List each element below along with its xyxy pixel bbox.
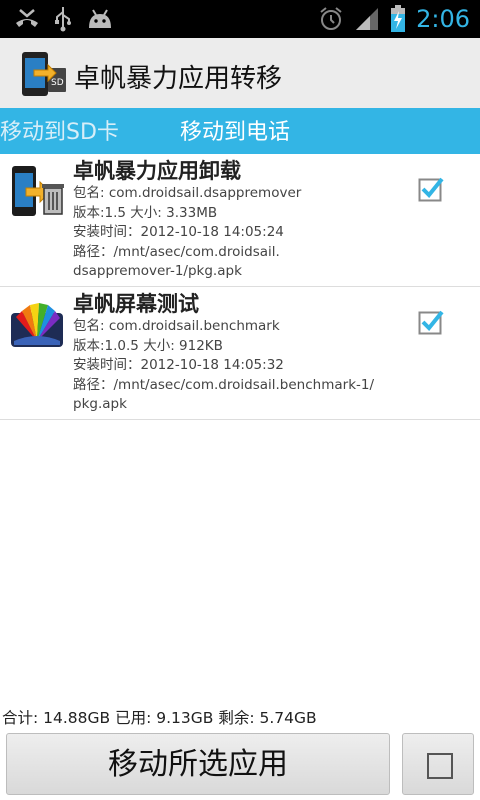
app-path-cont: dsappremover-1/pkg.apk bbox=[73, 263, 242, 279]
notification-icons bbox=[14, 6, 114, 32]
app-list: 卓帆暴力应用卸载 包名: com.droidsail.dsappremover … bbox=[0, 154, 480, 420]
svg-text:SD: SD bbox=[51, 78, 64, 88]
system-icons: 2:06 bbox=[318, 0, 470, 38]
action-bar: SD 卓帆暴力应用转移 bbox=[0, 38, 480, 109]
phone-trash-icon bbox=[12, 166, 64, 216]
move-selected-button[interactable]: 移动所选应用 bbox=[6, 733, 390, 795]
app-package: 包名: com.droidsail.dsappremover bbox=[73, 185, 302, 201]
status-bar: 2:06 bbox=[0, 0, 480, 38]
app-info: 卓帆暴力应用卸载 包名: com.droidsail.dsappremover … bbox=[73, 158, 403, 282]
missed-call-icon bbox=[16, 9, 38, 27]
app-version-size: 版本:1.0.5 大小: 912KB bbox=[73, 337, 223, 354]
app-info: 卓帆屏幕测试 包名: com.droidsail.benchmark 版本:1.… bbox=[73, 291, 403, 415]
tab-move-to-sd[interactable]: 移动到SD卡 bbox=[0, 112, 119, 154]
list-item[interactable]: 卓帆暴力应用卸载 包名: com.droidsail.dsappremover … bbox=[0, 154, 480, 287]
app-version-size: 版本:1.5 大小: 3.33MB bbox=[73, 204, 218, 221]
storage-summary: 合计: 14.88GB 已用: 9.13GB 剩余: 5.74GB bbox=[2, 709, 317, 727]
app-install-time: 安装时间：2012-10-18 14:05:32 bbox=[73, 357, 284, 373]
color-fan-icon bbox=[11, 303, 63, 347]
alarm-icon bbox=[320, 7, 342, 30]
app-path: 路径：/mnt/asec/com.droidsail.benchmark-1/ bbox=[73, 376, 375, 393]
select-all-checkbox-icon bbox=[427, 753, 453, 779]
app-name: 卓帆屏幕测试 bbox=[73, 292, 199, 316]
app-path: 路径：/mnt/asec/com.droidsail. bbox=[73, 243, 280, 260]
app-name: 卓帆暴力应用卸载 bbox=[73, 159, 241, 183]
usb-icon bbox=[55, 7, 71, 32]
app-package: 包名: com.droidsail.benchmark bbox=[73, 318, 280, 334]
phone-to-sd-icon: SD bbox=[22, 52, 66, 96]
checkbox-checked-icon[interactable] bbox=[418, 309, 444, 335]
select-all-button[interactable] bbox=[402, 733, 474, 795]
tab-move-to-phone[interactable]: 移动到电话 bbox=[180, 112, 290, 154]
app-install-time: 安装时间：2012-10-18 14:05:24 bbox=[73, 224, 284, 240]
list-item[interactable]: 卓帆屏幕测试 包名: com.droidsail.benchmark 版本:1.… bbox=[0, 287, 480, 420]
app-path-cont: pkg.apk bbox=[73, 396, 127, 412]
signal-icon bbox=[356, 8, 379, 30]
battery-charging-icon bbox=[391, 5, 406, 32]
checkbox-checked-icon[interactable] bbox=[418, 176, 444, 202]
tab-bar: 移动到SD卡 移动到电话 bbox=[0, 112, 480, 154]
android-icon bbox=[89, 9, 111, 28]
status-time: 2:06 bbox=[416, 5, 470, 33]
app-title: 卓帆暴力应用转移 bbox=[74, 64, 283, 94]
